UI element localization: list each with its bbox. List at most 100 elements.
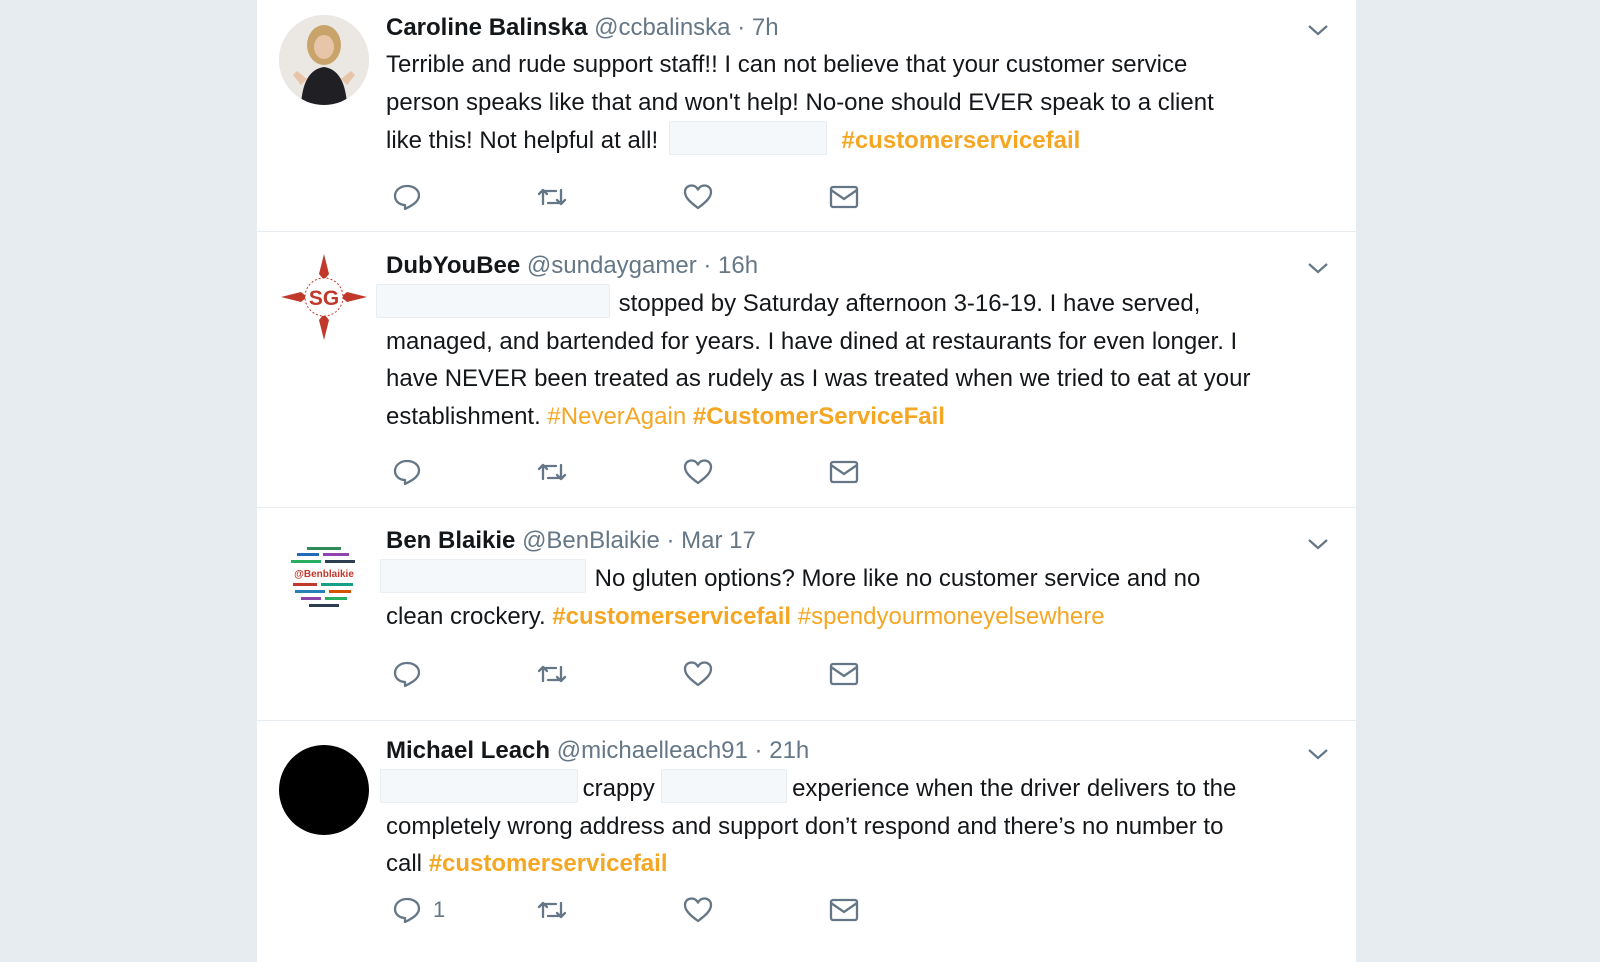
chevron-down-icon[interactable] bbox=[1306, 532, 1330, 556]
redacted-mention bbox=[376, 284, 610, 318]
redacted-mention bbox=[668, 121, 827, 155]
retweet-icon bbox=[537, 463, 567, 481]
tweet-header: DubYouBee @sundaygamer · 16h bbox=[386, 251, 758, 281]
reply-icon bbox=[393, 184, 421, 211]
tweet-text-line: managed, and bartended for years. I have… bbox=[386, 327, 1238, 355]
envelope-icon bbox=[829, 662, 859, 686]
timestamp[interactable]: 16h bbox=[718, 252, 758, 279]
tweet-text: Terrible and rude support staff!! I can … bbox=[386, 46, 1336, 160]
tweet-text-line: completely wrong address and support don… bbox=[386, 812, 1224, 840]
tweet-text-line: clean crockery. #customerservicefail #sp… bbox=[386, 598, 1336, 636]
avatar-wordcloud: @Benblaikie bbox=[280, 534, 368, 622]
hashtag-link[interactable]: #customerservicefail bbox=[552, 603, 791, 630]
tweet-3[interactable]: @Benblaikie Ben Blaikie @BenBlaikie · Ma… bbox=[257, 508, 1356, 721]
avatar[interactable] bbox=[279, 15, 369, 105]
heart-icon bbox=[683, 661, 713, 687]
reply-button[interactable] bbox=[391, 179, 423, 215]
display-name[interactable]: Ben Blaikie bbox=[386, 527, 515, 554]
direct-message-button[interactable] bbox=[828, 656, 860, 692]
like-button[interactable] bbox=[682, 892, 714, 928]
tweet-text-segment: clean crockery. bbox=[386, 602, 546, 630]
avatar[interactable]: SG bbox=[279, 252, 369, 342]
hashtag-link[interactable]: #customerservicefail bbox=[841, 127, 1080, 154]
retweet-button[interactable] bbox=[536, 179, 568, 215]
separator-dot: · bbox=[666, 527, 675, 554]
reply-icon bbox=[393, 661, 421, 688]
tweet-text-line: Terrible and rude support staff!! I can … bbox=[386, 51, 1188, 78]
envelope-icon bbox=[829, 185, 859, 209]
chevron-down-icon[interactable] bbox=[1306, 256, 1330, 280]
tweet-text-line: person speaks like that and won't help! … bbox=[386, 88, 1214, 116]
user-handle[interactable]: @BenBlaikie bbox=[522, 527, 660, 554]
user-handle[interactable]: @michaelleach91 bbox=[557, 737, 748, 764]
timestamp[interactable]: 21h bbox=[769, 737, 809, 764]
timestamp[interactable]: Mar 17 bbox=[681, 527, 756, 554]
avatar-wordcloud-text: @Benblaikie bbox=[294, 569, 354, 580]
retweet-button[interactable] bbox=[536, 656, 568, 692]
reply-icon bbox=[393, 459, 421, 486]
redacted-mention bbox=[380, 559, 586, 593]
tweet-text: crappy experience when the driver delive… bbox=[380, 769, 1336, 883]
tweet-text-line: stopped by Saturday afternoon 3-16-19. I… bbox=[376, 284, 1336, 323]
user-handle[interactable]: @sundaygamer bbox=[527, 252, 697, 279]
separator-dot: · bbox=[754, 737, 763, 764]
reply-count: 1 bbox=[433, 897, 446, 922]
tweet-4[interactable]: Michael Leach @michaelleach91 · 21h crap… bbox=[257, 721, 1356, 962]
tweet-text-segment: experience when the driver delivers to t… bbox=[792, 775, 1237, 802]
tweet-text-segment: like this! Not helpful at all! bbox=[386, 127, 659, 154]
like-button[interactable] bbox=[682, 179, 714, 215]
tweet-feed: Caroline Balinska @ccbalinska · 7h Terri… bbox=[257, 0, 1356, 962]
reply-button[interactable] bbox=[391, 656, 423, 692]
tweet-text-line: No gluten options? More like no customer… bbox=[380, 559, 1336, 598]
avatar[interactable]: @Benblaikie bbox=[279, 533, 369, 623]
chevron-down-icon[interactable] bbox=[1306, 18, 1330, 42]
hashtag-link[interactable]: #NeverAgain bbox=[547, 403, 686, 430]
hashtag-link[interactable]: #customerservicefail bbox=[429, 850, 668, 877]
retweet-icon bbox=[537, 188, 567, 206]
tweet-2[interactable]: SG DubYouBee @sundaygamer · 16h stopped … bbox=[257, 232, 1356, 508]
tweet-text-line: have NEVER been treated as rudely as I w… bbox=[386, 365, 1251, 392]
direct-message-button[interactable] bbox=[828, 892, 860, 928]
hashtag-link[interactable]: #spendyourmoneyelsewhere bbox=[798, 603, 1105, 630]
tweet-text: No gluten options? More like no customer… bbox=[380, 559, 1336, 636]
display-name[interactable]: DubYouBee bbox=[386, 252, 520, 279]
timestamp[interactable]: 7h bbox=[752, 14, 779, 41]
chevron-down-icon[interactable] bbox=[1306, 742, 1330, 766]
avatar-photo bbox=[279, 15, 369, 105]
retweet-button[interactable] bbox=[536, 892, 568, 928]
tweet-text-line: call #customerservicefail bbox=[386, 845, 1336, 883]
redacted-mention bbox=[661, 769, 788, 803]
tweet-header: Michael Leach @michaelleach91 · 21h bbox=[386, 736, 809, 766]
direct-message-button[interactable] bbox=[828, 454, 860, 490]
like-button[interactable] bbox=[682, 656, 714, 692]
like-button[interactable] bbox=[682, 454, 714, 490]
tweet-1[interactable]: Caroline Balinska @ccbalinska · 7h Terri… bbox=[257, 0, 1356, 232]
tweet-text-segment: crappy bbox=[582, 775, 655, 802]
tweet-text-line: establishment. #NeverAgain #CustomerServ… bbox=[386, 398, 1336, 436]
heart-icon bbox=[683, 459, 713, 485]
separator-dot: · bbox=[703, 252, 712, 279]
retweet-icon bbox=[537, 665, 567, 683]
tweet-text-segment: No gluten options? More like no customer… bbox=[594, 565, 1201, 592]
tweet-text-line: crappy experience when the driver delive… bbox=[380, 769, 1336, 808]
avatar-logo: SG bbox=[281, 254, 367, 340]
heart-icon bbox=[683, 184, 713, 210]
hashtag-link[interactable]: #CustomerServiceFail bbox=[693, 403, 945, 430]
redacted-mention bbox=[380, 769, 578, 803]
user-handle[interactable]: @ccbalinska bbox=[594, 14, 730, 41]
envelope-icon bbox=[829, 460, 859, 484]
retweet-button[interactable] bbox=[536, 454, 568, 490]
retweet-icon bbox=[537, 901, 567, 919]
avatar[interactable] bbox=[279, 745, 369, 835]
display-name[interactable]: Michael Leach bbox=[386, 737, 550, 764]
direct-message-button[interactable] bbox=[828, 179, 860, 215]
reply-icon bbox=[393, 897, 421, 924]
reply-button[interactable]: 1 bbox=[391, 892, 445, 928]
display-name[interactable]: Caroline Balinska bbox=[386, 14, 587, 41]
tweet-text: stopped by Saturday afternoon 3-16-19. I… bbox=[376, 284, 1336, 436]
reply-button[interactable] bbox=[391, 454, 423, 490]
separator-dot: · bbox=[737, 14, 746, 41]
envelope-icon bbox=[829, 898, 859, 922]
avatar-logo-text: SG bbox=[309, 287, 339, 310]
tweet-text-segment: call bbox=[386, 850, 423, 877]
